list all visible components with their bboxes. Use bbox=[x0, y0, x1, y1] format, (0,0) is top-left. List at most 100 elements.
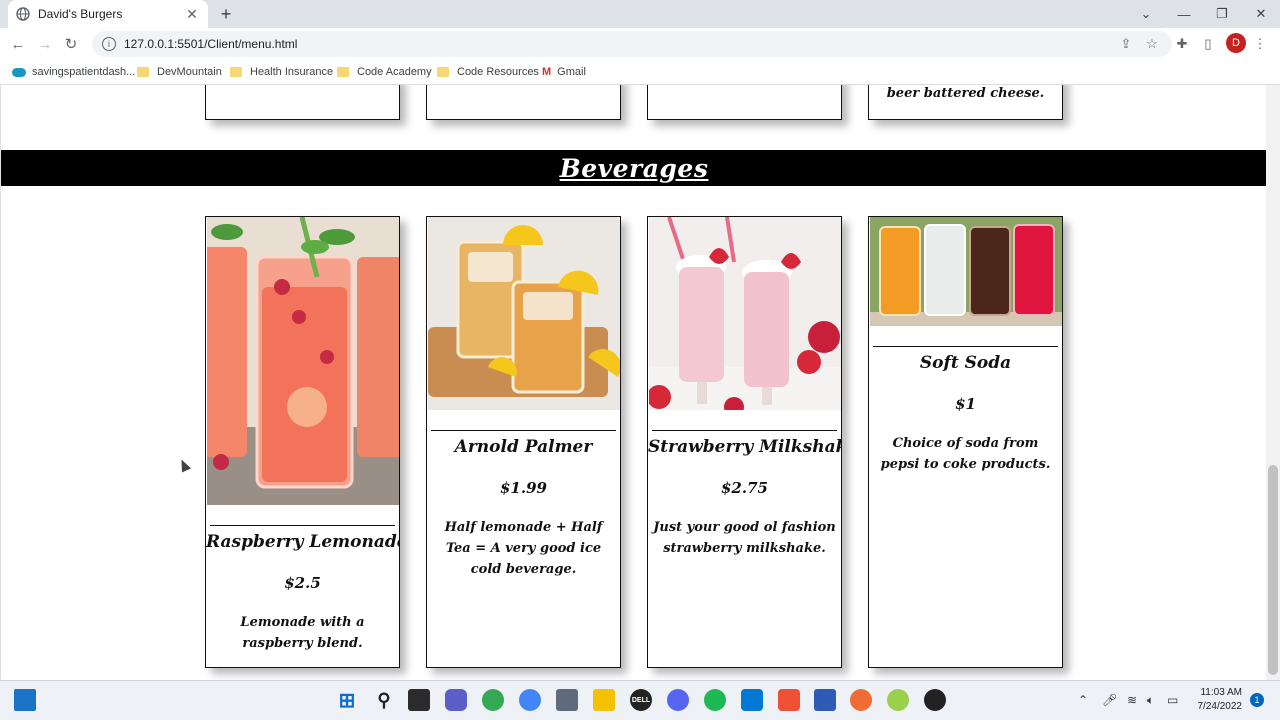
folder-icon bbox=[437, 67, 449, 77]
bookmark-label: DevMountain bbox=[157, 66, 222, 78]
github-icon[interactable] bbox=[924, 689, 946, 711]
divider-line bbox=[652, 430, 837, 431]
item-name: Raspberry Lemonade bbox=[206, 532, 400, 552]
search-icon[interactable]: ⚲ bbox=[373, 689, 395, 711]
bookmark-label: Gmail bbox=[557, 66, 586, 78]
menu-card[interactable]: beer battered cheese. bbox=[868, 85, 1063, 120]
beverage-card[interactable]: Raspberry Lemonade $2.5 Lemonade with a … bbox=[205, 216, 400, 668]
item-price: $1 bbox=[955, 395, 976, 413]
item-description: beer battered cheese. bbox=[886, 86, 1045, 101]
scrollbar-thumb[interactable] bbox=[1268, 465, 1278, 675]
beverage-card[interactable]: Arnold Palmer $1.99 Half lemonade + Half… bbox=[426, 216, 621, 668]
bookmark-label: savingspatientdash... bbox=[32, 66, 136, 78]
bookmark-star-icon[interactable]: ☆ bbox=[1142, 36, 1162, 52]
windows-taskbar: ⊞ ⚲ DELL ⌃ 🎤︎ ≋ 🔈︎ ▭ 11:03 AM 7/24/2022 … bbox=[0, 680, 1280, 720]
profile-avatar[interactable]: D bbox=[1226, 33, 1246, 53]
microphone-icon[interactable]: 🎤︎ bbox=[1102, 693, 1117, 707]
reload-icon[interactable]: ↻ bbox=[61, 34, 81, 54]
volume-icon[interactable]: 🔈︎ bbox=[1147, 693, 1154, 708]
notification-badge[interactable]: 1 bbox=[1250, 693, 1264, 707]
tab-search-chevron-icon[interactable]: ⌄ bbox=[1132, 4, 1160, 24]
salesforce-cloud-icon bbox=[12, 67, 26, 77]
item-description: Choice of soda from pepsi to coke produc… bbox=[880, 436, 1051, 472]
task-view-icon[interactable] bbox=[408, 689, 430, 711]
bookmark-item[interactable]: savingspatientdash... bbox=[12, 64, 135, 80]
url-text[interactable]: 127.0.0.1:5501/Client/menu.html bbox=[124, 37, 1110, 51]
arnold-palmer-photo bbox=[427, 217, 620, 410]
beverage-card[interactable]: Strawberry Milkshake $2.75 Just your goo… bbox=[647, 216, 842, 668]
chrome-icon[interactable] bbox=[482, 689, 504, 711]
page-viewport[interactable]: beer battered cheese. Beverages Raspberr… bbox=[0, 85, 1267, 680]
item-description: Half lemonade + Half Tea = A very good i… bbox=[444, 520, 603, 577]
share-icon[interactable]: ⇪ bbox=[1116, 36, 1136, 52]
maximize-button[interactable]: ❐ bbox=[1208, 4, 1236, 24]
menu-card[interactable] bbox=[426, 85, 621, 120]
raspberry-lemonade-photo bbox=[206, 217, 399, 505]
bookmark-item[interactable]: M Gmail bbox=[542, 64, 586, 80]
tab-title: David's Burgers bbox=[38, 7, 123, 21]
start-windows-icon[interactable]: ⊞ bbox=[336, 689, 358, 712]
item-description: Just your good ol fashion strawberry mil… bbox=[653, 520, 836, 556]
address-bar[interactable]: i 127.0.0.1:5501/Client/menu.html ⇪ ☆ bbox=[92, 31, 1172, 57]
folder-icon bbox=[137, 67, 149, 77]
forward-arrow-icon[interactable]: → bbox=[35, 34, 55, 54]
bookmark-item[interactable]: Health Insurance bbox=[230, 64, 333, 80]
discord-icon[interactable] bbox=[667, 689, 689, 711]
bookmark-item[interactable]: Code Academy bbox=[337, 64, 432, 80]
minimize-button[interactable]: — bbox=[1170, 4, 1198, 24]
bookmark-label: Code Academy bbox=[357, 66, 432, 78]
widgets-icon[interactable] bbox=[14, 689, 36, 711]
side-panel-icon[interactable]: ▯ bbox=[1198, 34, 1218, 54]
globe-icon bbox=[16, 7, 30, 21]
calculator-icon[interactable] bbox=[556, 689, 578, 711]
file-explorer-icon[interactable] bbox=[593, 689, 615, 711]
clock-date: 7/24/2022 bbox=[1197, 701, 1243, 712]
section-heading-banner: Beverages bbox=[1, 150, 1267, 186]
site-info-icon[interactable]: i bbox=[102, 37, 116, 51]
close-tab-icon[interactable]: ✕ bbox=[184, 6, 200, 23]
item-price: $1.99 bbox=[500, 479, 547, 497]
system-clock[interactable]: 11:03 AM 7/24/2022 bbox=[1188, 686, 1243, 714]
bookmark-item[interactable]: DevMountain bbox=[137, 64, 222, 80]
page-scrollbar[interactable] bbox=[1266, 85, 1280, 680]
bookmark-item[interactable]: Code Resources bbox=[437, 64, 539, 80]
item-price: $2.5 bbox=[284, 574, 321, 592]
chrome-profile-icon[interactable] bbox=[519, 689, 541, 711]
battery-icon[interactable]: ▭ bbox=[1167, 693, 1178, 707]
divider-line bbox=[431, 430, 616, 431]
postman-icon[interactable] bbox=[850, 689, 872, 711]
git-icon[interactable] bbox=[778, 689, 800, 711]
powershell-icon[interactable] bbox=[814, 689, 836, 711]
browser-tab[interactable]: David's Burgers ✕ bbox=[8, 0, 208, 28]
back-arrow-icon[interactable]: ← bbox=[8, 34, 28, 54]
extensions-puzzle-icon[interactable]: ✚ bbox=[1172, 34, 1192, 54]
section-heading: Beverages bbox=[559, 153, 709, 183]
bookmark-label: Health Insurance bbox=[250, 66, 334, 78]
show-hidden-icons-chevron-icon[interactable]: ⌃ bbox=[1078, 693, 1088, 707]
tab-strip: David's Burgers ✕ + ⌄ — ❐ ✕ bbox=[0, 0, 1280, 28]
close-window-button[interactable]: ✕ bbox=[1247, 4, 1275, 24]
app-icon[interactable] bbox=[887, 689, 909, 711]
menu-card[interactable] bbox=[647, 85, 842, 120]
browser-toolbar: ← → ↻ i 127.0.0.1:5501/Client/menu.html … bbox=[0, 28, 1280, 60]
folder-icon bbox=[337, 67, 349, 77]
new-tab-button[interactable]: + bbox=[216, 4, 236, 24]
item-name: Strawberry Milkshake bbox=[648, 437, 842, 457]
wifi-icon[interactable]: ≋ bbox=[1127, 693, 1137, 707]
menu-dots-icon[interactable]: ⋮ bbox=[1250, 34, 1270, 54]
gmail-icon: M bbox=[542, 66, 552, 78]
bookmark-label: Code Resources bbox=[457, 66, 539, 78]
teams-chat-icon[interactable] bbox=[445, 689, 467, 711]
dell-icon[interactable]: DELL bbox=[630, 689, 652, 711]
bookmarks-bar: savingspatientdash... DevMountain Health… bbox=[0, 60, 1280, 85]
item-price: $2.75 bbox=[721, 479, 768, 497]
soft-soda-photo bbox=[869, 217, 1062, 326]
menu-card[interactable] bbox=[205, 85, 400, 120]
item-name: Soft Soda bbox=[919, 353, 1012, 373]
vscode-icon[interactable] bbox=[741, 689, 763, 711]
item-name: Arnold Palmer bbox=[454, 437, 593, 457]
divider-line bbox=[210, 525, 395, 526]
clock-time: 11:03 AM bbox=[1200, 687, 1242, 698]
spotify-icon[interactable] bbox=[704, 689, 726, 711]
beverage-card[interactable]: Soft Soda $1 Choice of soda from pepsi t… bbox=[868, 216, 1063, 668]
